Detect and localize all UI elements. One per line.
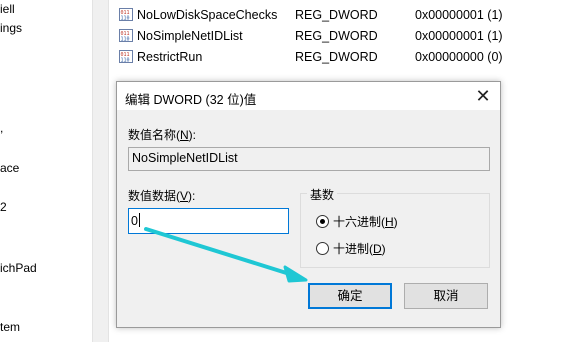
ok-button[interactable]: 确定	[308, 283, 392, 309]
hex-label: 十六进制(H)	[333, 215, 398, 229]
value-name-label: 数值名称(N):	[128, 128, 197, 142]
radio-hexadecimal[interactable]: 十六进制(H)	[316, 213, 398, 230]
value-name-field: NoSimpleNetIDList	[128, 147, 490, 171]
tree-item[interactable]: ings	[0, 21, 22, 35]
tree-item[interactable]: tem	[0, 320, 20, 334]
tree-item[interactable]: ichPad	[0, 261, 37, 275]
value-data-label: 数值数据(V):	[128, 189, 196, 203]
value-type: REG_DWORD	[295, 8, 378, 22]
value-data: 0x00000001 (1)	[415, 29, 503, 43]
value-name: NoSimpleNetIDList	[137, 29, 243, 43]
value-type: REG_DWORD	[295, 50, 378, 64]
svg-text:110: 110	[121, 58, 130, 64]
tree-item[interactable]: iell	[0, 2, 15, 16]
dec-label: 十进制(D)	[333, 242, 386, 256]
tree-item[interactable]: ace	[0, 161, 19, 175]
list-item[interactable]: 011 110 NoSimpleNetIDList REG_DWORD 0x00…	[109, 25, 562, 46]
value-name: RestrictRun	[137, 50, 203, 64]
value-type: REG_DWORD	[295, 29, 378, 43]
list-item[interactable]: 011 110 NoLowDiskSpaceChecks REG_DWORD 0…	[109, 4, 562, 25]
radio-unselected-icon[interactable]	[316, 242, 329, 255]
dialog-titlebar[interactable]: 编辑 DWORD (32 位)值 ✕	[117, 82, 500, 110]
reg-binary-icon: 011 110	[119, 50, 133, 63]
list-item[interactable]: 011 110 RestrictRun REG_DWORD 0x00000000…	[109, 46, 562, 67]
reg-binary-icon: 011 110	[119, 29, 133, 42]
registry-key-tree[interactable]: iell ings , ace 2 ichPad tem	[0, 0, 92, 342]
tree-scrollbar[interactable]	[92, 0, 109, 342]
edit-dword-dialog: 编辑 DWORD (32 位)值 ✕ 数值名称(N): NoSimpleNetI…	[116, 81, 501, 328]
value-name: NoLowDiskSpaceChecks	[137, 8, 278, 22]
close-icon[interactable]: ✕	[466, 82, 500, 110]
base-group-title: 基数	[307, 186, 338, 203]
tree-item[interactable]: 2	[0, 200, 7, 214]
dialog-title: 编辑 DWORD (32 位)值	[125, 93, 257, 107]
tree-mark: ,	[0, 121, 4, 135]
value-data-input[interactable]: 0	[128, 208, 289, 234]
value-data: 0x00000001 (1)	[415, 8, 503, 22]
value-data: 0x00000000 (0)	[415, 50, 503, 64]
svg-text:110: 110	[121, 16, 130, 22]
radio-decimal[interactable]: 十进制(D)	[316, 240, 386, 257]
svg-text:110: 110	[121, 37, 130, 43]
cancel-button[interactable]: 取消	[404, 283, 488, 309]
radio-selected-icon[interactable]	[316, 215, 329, 228]
reg-binary-icon: 011 110	[119, 8, 133, 21]
text-caret	[138, 213, 140, 227]
